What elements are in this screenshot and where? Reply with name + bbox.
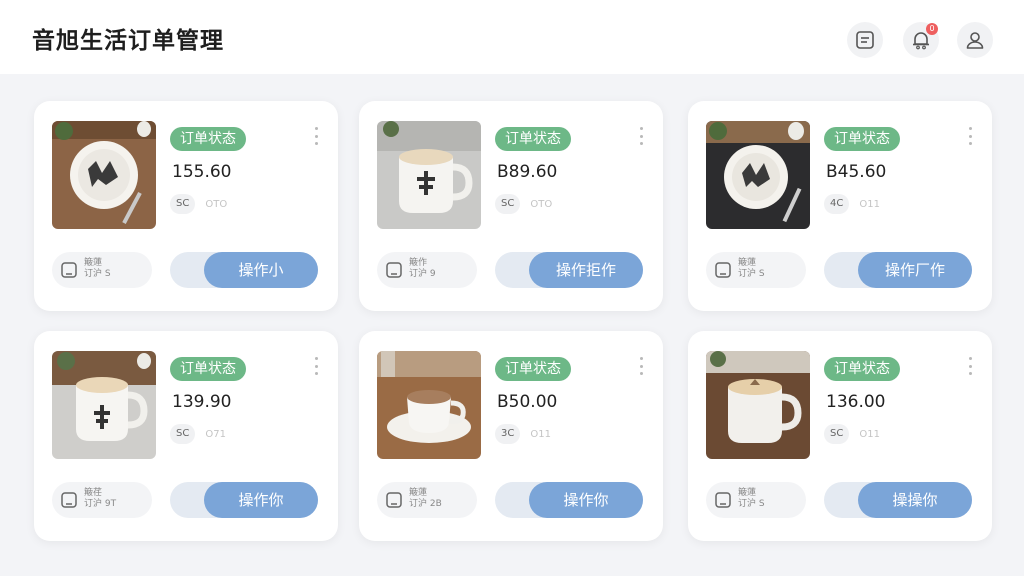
tracking-label: 簸蓮 订沪 S — [84, 258, 111, 279]
action-toggle[interactable]: 操作小 — [170, 252, 318, 288]
order-code: O11 — [859, 198, 880, 210]
order-code: OTO — [530, 198, 553, 210]
order-thumbnail — [377, 121, 481, 229]
order-status-badge: 订单状态 — [495, 127, 571, 151]
more-options-icon[interactable] — [968, 357, 972, 375]
tracking-info[interactable]: 簸蓮 订沪 S — [706, 252, 806, 288]
tracking-info[interactable]: 簸作 订沪 9 — [377, 252, 477, 288]
order-status-badge: 订单状态 — [824, 127, 900, 151]
order-thumbnail — [377, 351, 481, 459]
action-button[interactable]: 操操你 — [858, 482, 972, 518]
order-code: O11 — [859, 428, 880, 440]
tablet-icon — [715, 492, 731, 508]
message-icon — [856, 31, 874, 49]
tablet-icon — [386, 262, 402, 278]
action-toggle[interactable]: 操作你 — [170, 482, 318, 518]
more-options-icon[interactable] — [314, 127, 318, 145]
order-card[interactable]: 订单状态 B45.60 4C O11 簸蓮 订沪 S 操作厂作 — [688, 101, 992, 311]
order-code: OTO — [205, 198, 228, 210]
order-code: O11 — [530, 428, 551, 440]
more-options-icon[interactable] — [639, 357, 643, 375]
tracking-info[interactable]: 簸蓮 订沪 S — [706, 482, 806, 518]
tracking-label: 簸蓮 订沪 S — [738, 488, 765, 509]
order-chip: SC — [170, 424, 196, 444]
order-thumbnail — [706, 121, 810, 229]
order-meta: SC OTO — [495, 194, 552, 214]
notification-button[interactable]: 0 — [903, 22, 939, 58]
order-chip: SC — [170, 194, 196, 214]
action-button[interactable]: 操作你 — [204, 482, 318, 518]
order-card[interactable]: 订单状态 155.60 SC OTO 簸蓮 订沪 S 操作小 — [34, 101, 338, 311]
tracking-info[interactable]: 簸蓮 订沪 S — [52, 252, 152, 288]
order-meta: 4C O11 — [824, 194, 880, 214]
tablet-icon — [386, 492, 402, 508]
more-options-icon[interactable] — [639, 127, 643, 145]
action-button[interactable]: 操作厂作 — [858, 252, 972, 288]
order-chip: SC — [824, 424, 850, 444]
order-card[interactable]: 订单状态 136.00 SC O11 簸蓮 订沪 S 操操你 — [688, 331, 992, 541]
order-status-badge: 订单状态 — [170, 127, 246, 151]
plate-with-dessert-image — [52, 121, 156, 229]
order-price: 136.00 — [826, 392, 886, 412]
tracking-info[interactable]: 簸蓮 订沪 2B — [377, 482, 477, 518]
coffee-cup-saucer-image — [377, 351, 481, 459]
profile-button[interactable] — [957, 22, 993, 58]
white-mug-latte-image — [52, 351, 156, 459]
action-button[interactable]: 操作小 — [204, 252, 318, 288]
order-price: B89.60 — [497, 162, 558, 182]
action-button[interactable]: 操作你 — [529, 482, 643, 518]
tablet-icon — [715, 262, 731, 278]
more-options-icon[interactable] — [314, 357, 318, 375]
tracking-label: 簸作 订沪 9 — [409, 258, 436, 279]
order-price: 139.90 — [172, 392, 232, 412]
order-card[interactable]: 订单状态 139.90 SC O71 簸荏 订沪 9T 操作你 — [34, 331, 338, 541]
tablet-icon — [61, 262, 77, 278]
action-toggle[interactable]: 操操你 — [824, 482, 972, 518]
order-card[interactable]: 订单状态 B50.00 3C O11 簸蓮 订沪 2B 操作你 — [359, 331, 663, 541]
order-thumbnail — [706, 351, 810, 459]
tracking-label: 簸蓮 订沪 S — [738, 258, 765, 279]
top-header: 音旭生活订单管理 0 — [0, 0, 1024, 74]
page-title: 音旭生活订单管理 — [32, 28, 224, 54]
more-options-icon[interactable] — [968, 127, 972, 145]
order-meta: SC O11 — [824, 424, 880, 444]
order-code: O71 — [205, 428, 226, 440]
order-meta: SC OTO — [170, 194, 227, 214]
order-price: B50.00 — [497, 392, 558, 412]
user-icon — [966, 32, 984, 49]
tracking-label: 簸蓮 订沪 2B — [409, 488, 442, 509]
tablet-icon — [61, 492, 77, 508]
order-card[interactable]: 订单状态 B89.60 SC OTO 簸作 订沪 9 操作拒作 — [359, 101, 663, 311]
order-meta: SC O71 — [170, 424, 226, 444]
message-button[interactable] — [847, 22, 883, 58]
action-toggle[interactable]: 操作拒作 — [495, 252, 643, 288]
order-chip: SC — [495, 194, 521, 214]
order-thumbnail — [52, 121, 156, 229]
latte-mug-wood-image — [706, 351, 810, 459]
notification-badge: 0 — [926, 23, 938, 35]
order-chip: 3C — [495, 424, 521, 444]
order-price: B45.60 — [826, 162, 887, 182]
white-mug-image — [377, 121, 481, 229]
order-thumbnail — [52, 351, 156, 459]
action-button[interactable]: 操作拒作 — [529, 252, 643, 288]
order-price: 155.60 — [172, 162, 232, 182]
order-status-badge: 订单状态 — [495, 357, 571, 381]
order-chip: 4C — [824, 194, 850, 214]
action-toggle[interactable]: 操作厂作 — [824, 252, 972, 288]
order-status-badge: 订单状态 — [170, 357, 246, 381]
tracking-label: 簸荏 订沪 9T — [84, 488, 117, 509]
tracking-info[interactable]: 簸荏 订沪 9T — [52, 482, 152, 518]
action-toggle[interactable]: 操作你 — [495, 482, 643, 518]
order-meta: 3C O11 — [495, 424, 551, 444]
order-status-badge: 订单状态 — [824, 357, 900, 381]
plate-on-dark-cloth-image — [706, 121, 810, 229]
